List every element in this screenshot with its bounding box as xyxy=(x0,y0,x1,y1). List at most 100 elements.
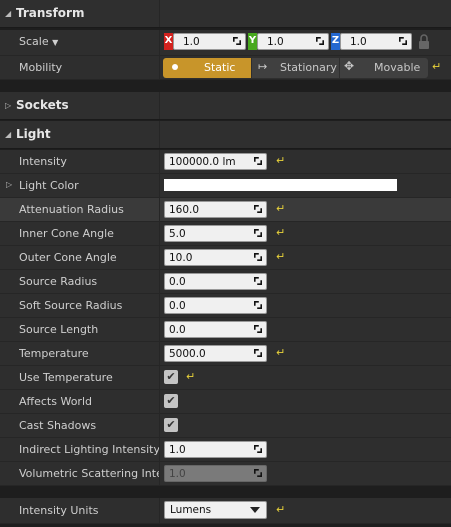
column-divider xyxy=(159,150,160,173)
scale-z-input[interactable]: 1.0 xyxy=(340,33,412,50)
reset-to-default-icon[interactable]: ↵ xyxy=(276,347,286,358)
row-indirect-lighting-intensity: Indirect Lighting Intensity 1.0 xyxy=(0,438,451,462)
column-divider xyxy=(159,438,160,461)
drag-handle-icon[interactable] xyxy=(233,37,241,45)
column-divider xyxy=(159,342,160,365)
mobility-stationary-button[interactable]: ↦ Stationary xyxy=(252,58,339,78)
category-sockets[interactable]: ▷ Sockets xyxy=(0,92,451,120)
drag-handle-icon[interactable] xyxy=(254,445,262,453)
column-divider xyxy=(159,222,160,245)
mobility-stationary-label: Stationary xyxy=(280,61,337,74)
row-affects-world: Affects World ✔ xyxy=(0,390,451,414)
column-divider xyxy=(159,0,160,27)
use-temperature-label: Use Temperature xyxy=(19,371,113,384)
spacer xyxy=(0,80,451,92)
drag-handle-icon[interactable] xyxy=(254,301,262,309)
intensity-value: 100000.0 lm xyxy=(169,156,236,168)
collapse-arrow-icon[interactable]: ◢ xyxy=(5,9,11,18)
checkmark-icon: ✔ xyxy=(166,370,176,383)
drag-handle-icon[interactable] xyxy=(254,229,262,237)
spacer xyxy=(0,486,451,498)
reset-to-default-icon[interactable]: ↵ xyxy=(276,504,286,515)
details-panel: ◢ Transform Scale ▼ X 1.0 Y 1.0 Z 1.0 Mo… xyxy=(0,0,451,527)
row-temperature: Temperature 5000.0 ↵ xyxy=(0,342,451,366)
intensity-units-dropdown[interactable]: Lumens xyxy=(164,501,267,519)
source-radius-value: 0.0 xyxy=(169,276,186,288)
source-radius-input[interactable]: 0.0 xyxy=(164,273,267,290)
scale-z-value: 1.0 xyxy=(350,36,367,48)
inner-cone-angle-label: Inner Cone Angle xyxy=(19,227,114,240)
row-mobility: Mobility Static ↦ Stationary ✥ Movable ↵ xyxy=(0,56,451,80)
light-color-swatch[interactable] xyxy=(164,179,397,191)
drag-handle-icon[interactable] xyxy=(399,37,407,45)
category-transform[interactable]: ◢ Transform xyxy=(0,0,451,28)
scale-y-input[interactable]: 1.0 xyxy=(257,33,329,50)
drag-handle-icon[interactable] xyxy=(316,37,324,45)
scale-x-input[interactable]: 1.0 xyxy=(173,33,246,50)
expand-arrow-icon[interactable]: ▷ xyxy=(6,180,12,189)
drag-handle-icon[interactable] xyxy=(254,253,262,261)
use-temperature-checkbox[interactable]: ✔ xyxy=(164,370,178,384)
column-divider xyxy=(159,498,160,523)
soft-source-radius-input[interactable]: 0.0 xyxy=(164,297,267,314)
column-divider xyxy=(159,246,160,269)
light-color-label: Light Color xyxy=(19,179,79,192)
cast-shadows-checkbox[interactable]: ✔ xyxy=(164,418,178,432)
row-source-length: Source Length 0.0 xyxy=(0,318,451,342)
row-attenuation-radius: Attenuation Radius 160.0 ↵ xyxy=(0,198,451,222)
source-length-input[interactable]: 0.0 xyxy=(164,321,267,338)
attenuation-radius-value: 160.0 xyxy=(169,204,200,216)
affects-world-checkbox[interactable]: ✔ xyxy=(164,394,178,408)
x-axis-badge: X xyxy=(164,33,173,50)
inner-cone-angle-input[interactable]: 5.0 xyxy=(164,225,267,242)
drag-handle-icon[interactable] xyxy=(254,205,262,213)
column-divider xyxy=(159,198,160,221)
expand-arrow-icon[interactable]: ▷ xyxy=(5,101,11,110)
drag-handle-icon[interactable] xyxy=(254,325,262,333)
static-icon xyxy=(172,64,178,70)
column-divider xyxy=(159,318,160,341)
z-axis-badge: Z xyxy=(331,33,340,50)
indirect-lighting-intensity-input[interactable]: 1.0 xyxy=(164,441,267,458)
stationary-icon: ↦ xyxy=(258,60,268,73)
scale-y-value: 1.0 xyxy=(267,36,284,48)
temperature-label: Temperature xyxy=(19,347,89,360)
affects-world-label: Affects World xyxy=(19,395,92,408)
drag-handle-icon[interactable] xyxy=(254,157,262,165)
lock-icon[interactable] xyxy=(418,34,430,50)
outer-cone-angle-input[interactable]: 10.0 xyxy=(164,249,267,266)
reset-to-default-icon[interactable]: ↵ xyxy=(276,155,286,166)
drag-handle-icon[interactable] xyxy=(254,277,262,285)
row-use-temperature: Use Temperature ✔ ↵ xyxy=(0,366,451,390)
category-light[interactable]: ◢ Light xyxy=(0,121,451,149)
category-title: Transform xyxy=(16,6,85,20)
chevron-down-icon: ▼ xyxy=(52,38,59,47)
soft-source-radius-value: 0.0 xyxy=(169,300,186,312)
checkmark-icon: ✔ xyxy=(166,394,176,407)
collapse-arrow-icon[interactable]: ◢ xyxy=(5,130,11,139)
row-intensity: Intensity 100000.0 lm ↵ xyxy=(0,150,451,174)
intensity-input[interactable]: 100000.0 lm xyxy=(164,153,267,170)
mobility-movable-button[interactable]: ✥ Movable xyxy=(340,58,428,78)
column-divider xyxy=(159,121,160,148)
movable-icon: ✥ xyxy=(344,59,355,73)
drag-handle-icon[interactable] xyxy=(254,349,262,357)
soft-source-radius-label: Soft Source Radius xyxy=(19,299,123,312)
attenuation-radius-input[interactable]: 160.0 xyxy=(164,201,267,218)
reset-to-default-icon[interactable]: ↵ xyxy=(276,203,286,214)
column-divider xyxy=(159,92,160,119)
reset-to-default-icon[interactable]: ↵ xyxy=(432,61,442,72)
reset-to-default-icon[interactable]: ↵ xyxy=(276,227,286,238)
reset-to-default-icon[interactable]: ↵ xyxy=(276,251,286,262)
source-radius-label: Source Radius xyxy=(19,275,98,288)
mobility-static-button[interactable]: Static xyxy=(163,58,251,78)
temperature-input[interactable]: 5000.0 xyxy=(164,345,267,362)
source-length-value: 0.0 xyxy=(169,324,186,336)
y-axis-badge: Y xyxy=(248,33,257,50)
mobility-movable-label: Movable xyxy=(374,61,421,74)
reset-to-default-icon[interactable]: ↵ xyxy=(186,371,196,382)
drag-handle-icon xyxy=(254,469,262,477)
row-inner-cone-angle: Inner Cone Angle 5.0 ↵ xyxy=(0,222,451,246)
outer-cone-angle-label: Outer Cone Angle xyxy=(19,251,117,264)
row-cast-shadows: Cast Shadows ✔ xyxy=(0,414,451,438)
